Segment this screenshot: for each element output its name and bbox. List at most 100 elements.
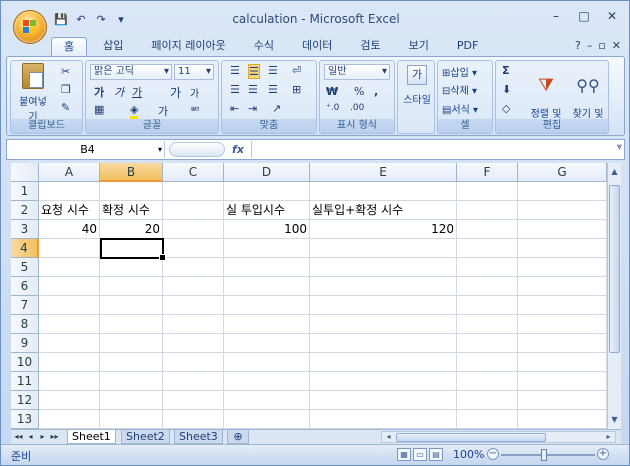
decrease-indent-icon[interactable]: ⇤: [230, 102, 239, 115]
cell-b6[interactable]: [100, 277, 163, 296]
cell-b1[interactable]: [100, 182, 163, 201]
grow-font-button[interactable]: 가: [170, 84, 181, 101]
workbook-close-button[interactable]: ✕: [612, 39, 621, 52]
row-header-11[interactable]: 11: [11, 372, 39, 391]
horizontal-scroll-thumb[interactable]: [396, 433, 546, 442]
row-header-12[interactable]: 12: [11, 391, 39, 410]
cell-f3[interactable]: [457, 220, 518, 239]
cell-g9[interactable]: [518, 334, 607, 353]
italic-button[interactable]: 가: [114, 84, 124, 100]
prev-sheet-icon[interactable]: ◂: [25, 430, 36, 444]
cell-e2[interactable]: 실투입+확정 시수: [310, 201, 457, 220]
workbook-restore-button[interactable]: ▫: [598, 39, 605, 52]
cell-e8[interactable]: [310, 315, 457, 334]
first-sheet-icon[interactable]: ◂◂: [13, 430, 24, 444]
cell-b5[interactable]: [100, 258, 163, 277]
cell-d1[interactable]: [224, 182, 310, 201]
maximize-button[interactable]: □: [571, 7, 597, 25]
phonetic-icon[interactable]: ᄢ: [190, 103, 200, 119]
cell-d8[interactable]: [224, 315, 310, 334]
cell-f10[interactable]: [457, 353, 518, 372]
cell-f11[interactable]: [457, 372, 518, 391]
insert-sheet-icon[interactable]: ⊕: [227, 430, 249, 444]
cell-f12[interactable]: [457, 391, 518, 410]
cell-b12[interactable]: [100, 391, 163, 410]
tab-review[interactable]: 검토: [348, 37, 392, 57]
format-cells-button[interactable]: ▤서식 ▾: [442, 101, 478, 116]
cut-icon[interactable]: ✂: [61, 65, 70, 78]
row-header-3[interactable]: 3: [11, 220, 39, 239]
cell-d11[interactable]: [224, 372, 310, 391]
row-header-1[interactable]: 1: [11, 182, 39, 201]
cell-g8[interactable]: [518, 315, 607, 334]
cell-c4[interactable]: [163, 239, 224, 258]
cell-f5[interactable]: [457, 258, 518, 277]
column-header-d[interactable]: D: [224, 163, 310, 182]
clear-icon[interactable]: ◇: [502, 102, 510, 115]
bold-button[interactable]: 가: [94, 84, 104, 100]
cell-d12[interactable]: [224, 391, 310, 410]
cell-e1[interactable]: [310, 182, 457, 201]
cell-a12[interactable]: [39, 391, 100, 410]
align-top-icon[interactable]: ☰: [230, 64, 240, 77]
copy-icon[interactable]: ❐: [61, 83, 71, 96]
underline-button[interactable]: 가: [132, 84, 142, 100]
increase-indent-icon[interactable]: ⇥: [248, 102, 257, 115]
cell-b2[interactable]: 확정 시수: [100, 201, 163, 220]
autosum-button[interactable]: Σ: [502, 64, 510, 77]
fill-icon[interactable]: ⬇: [502, 83, 511, 96]
cell-e10[interactable]: [310, 353, 457, 372]
cell-c3[interactable]: [163, 220, 224, 239]
cell-b11[interactable]: [100, 372, 163, 391]
tab-insert[interactable]: 삽입: [91, 37, 135, 57]
cell-g2[interactable]: [518, 201, 607, 220]
normal-view-icon[interactable]: ▦: [397, 448, 411, 461]
cell-a9[interactable]: [39, 334, 100, 353]
align-bottom-icon[interactable]: ☰: [268, 64, 278, 77]
font-size-select[interactable]: 11 ▾: [174, 64, 214, 80]
cell-c2[interactable]: [163, 201, 224, 220]
cell-f8[interactable]: [457, 315, 518, 334]
cell-d6[interactable]: [224, 277, 310, 296]
cell-a7[interactable]: [39, 296, 100, 315]
cell-e6[interactable]: [310, 277, 457, 296]
format-painter-icon[interactable]: ✎: [61, 101, 70, 114]
tab-page-layout[interactable]: 페이지 레이아웃: [139, 37, 237, 57]
cell-c8[interactable]: [163, 315, 224, 334]
cell-e11[interactable]: [310, 372, 457, 391]
cell-d2[interactable]: 실 투입시수: [224, 201, 310, 220]
vertical-scroll-thumb[interactable]: [609, 185, 620, 353]
comma-button[interactable]: ,: [374, 85, 378, 98]
cell-g5[interactable]: [518, 258, 607, 277]
cell-g1[interactable]: [518, 182, 607, 201]
borders-icon[interactable]: ▦: [94, 103, 104, 116]
cell-e9[interactable]: [310, 334, 457, 353]
cell-e5[interactable]: [310, 258, 457, 277]
minimize-button[interactable]: –: [543, 7, 569, 25]
formula-input[interactable]: [251, 141, 608, 158]
zoom-in-icon[interactable]: +: [597, 448, 609, 460]
sheet-tab-sheet3[interactable]: Sheet3: [174, 430, 223, 444]
cell-f7[interactable]: [457, 296, 518, 315]
cell-b10[interactable]: [100, 353, 163, 372]
column-header-g[interactable]: G: [518, 163, 607, 182]
cell-d7[interactable]: [224, 296, 310, 315]
select-all-corner[interactable]: [11, 163, 39, 182]
percent-button[interactable]: %: [354, 85, 364, 98]
column-header-a[interactable]: A: [39, 163, 100, 182]
decrease-decimal-icon[interactable]: .00: [350, 103, 364, 113]
row-header-8[interactable]: 8: [11, 315, 39, 334]
scroll-left-icon[interactable]: ◂: [382, 430, 395, 444]
cell-c13[interactable]: [163, 410, 224, 429]
increase-decimal-icon[interactable]: ⁺.0: [326, 103, 339, 113]
cell-f4[interactable]: [457, 239, 518, 258]
shrink-font-button[interactable]: 가: [190, 85, 199, 100]
cell-f13[interactable]: [457, 410, 518, 429]
cell-e4[interactable]: [310, 239, 457, 258]
wrap-text-icon[interactable]: ⏎: [292, 64, 301, 77]
zoom-out-icon[interactable]: −: [487, 448, 499, 460]
cell-c6[interactable]: [163, 277, 224, 296]
cell-g11[interactable]: [518, 372, 607, 391]
cell-e7[interactable]: [310, 296, 457, 315]
tab-pdf[interactable]: PDF: [445, 37, 490, 57]
